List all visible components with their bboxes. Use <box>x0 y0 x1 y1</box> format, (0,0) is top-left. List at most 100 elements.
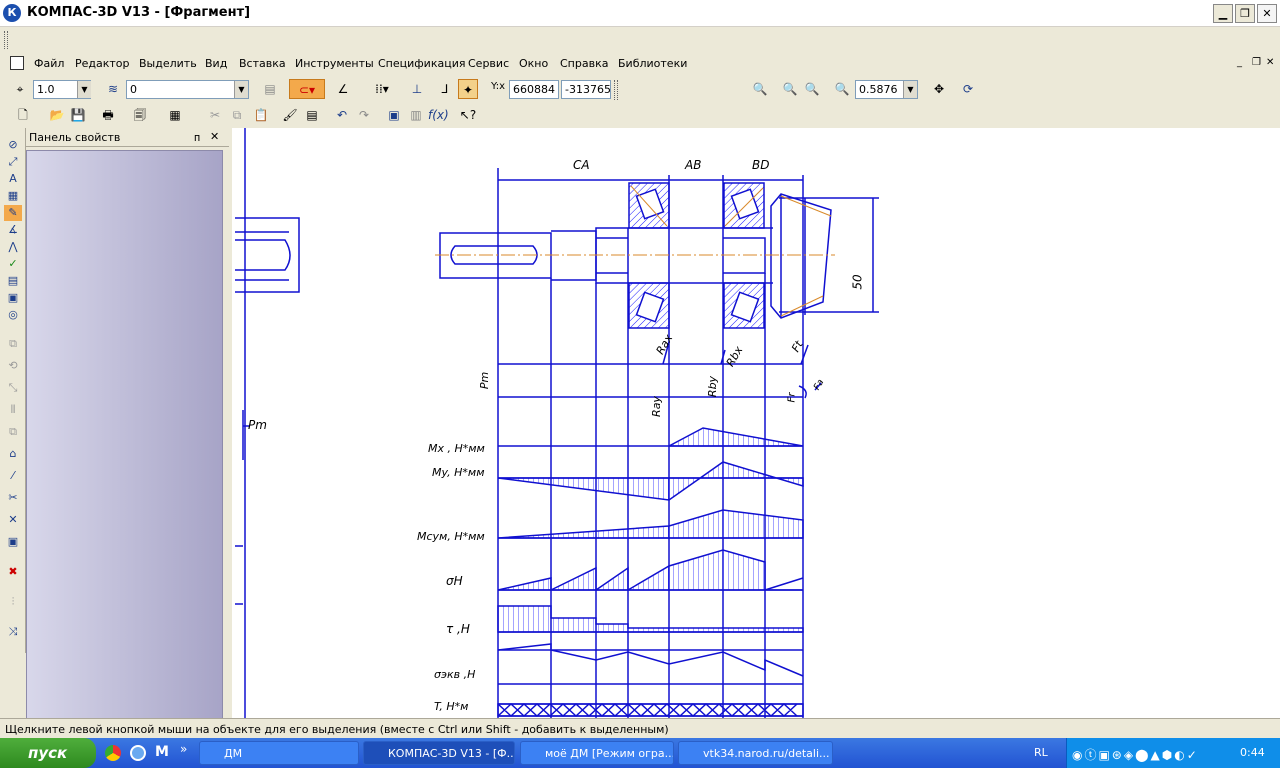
zoom-out-icon[interactable]: 🔍 <box>802 79 822 99</box>
new-document-icon[interactable]: 🗋 <box>13 105 33 125</box>
refresh-icon[interactable]: ⟳ <box>958 79 978 99</box>
open-folder-icon[interactable]: 📂 <box>47 105 67 125</box>
geometry-icon[interactable]: ⊘ <box>4 137 22 153</box>
help-pointer-icon[interactable]: ↖? <box>458 105 478 125</box>
scale-icon[interactable]: ⤡ <box>4 380 22 396</box>
trim-icon[interactable]: ✂ <box>4 490 22 506</box>
symmetry-icon[interactable]: ⫴ <box>4 402 22 418</box>
libraries-icon[interactable]: ▥ <box>406 105 426 125</box>
minimize-button[interactable]: ▁ <box>1213 4 1233 23</box>
variables-icon[interactable]: ▣ <box>384 105 404 125</box>
menu-view[interactable]: Вид <box>205 57 227 70</box>
delete-icon[interactable]: ✖ <box>4 564 22 580</box>
hatch-icon[interactable]: ▣ <box>4 534 22 550</box>
close-button[interactable]: ✕ <box>1257 4 1277 23</box>
pm-left-label: Pm <box>248 418 267 432</box>
task-browser[interactable]: vtk34.narod.ru/detali... <box>678 741 833 765</box>
dimensions-icon[interactable]: ⤢ <box>4 154 22 170</box>
more-icon[interactable]: » <box>180 742 187 756</box>
manager-icon[interactable]: ▦ <box>165 105 185 125</box>
notation-icon[interactable]: A <box>4 171 22 187</box>
grid-icon[interactable]: ⁞⁞▾ <box>366 79 398 99</box>
task-kompas[interactable]: КОМПАС-3D V13 - [Ф... <box>363 741 515 765</box>
menu-service[interactable]: Сервис <box>468 57 509 70</box>
properties-icon[interactable]: ▤ <box>260 79 280 99</box>
chevron-down-icon[interactable]: ▼ <box>234 81 248 98</box>
menu-insert[interactable]: Вставка <box>239 57 286 70</box>
list-icon[interactable]: ▤ <box>302 105 322 125</box>
tray-icons[interactable]: ◉ⓣ▣⊛◈⬤▲⬢◐✓ <box>1072 746 1199 763</box>
orthogonal-icon[interactable]: ⊥ <box>407 79 427 99</box>
toolbar-grip[interactable] <box>4 31 8 49</box>
menu-tools[interactable]: Инструменты <box>295 57 374 70</box>
snap-magnet-icon[interactable]: ⊂▾ <box>289 79 325 99</box>
spec-icon[interactable]: ✓ <box>4 256 22 272</box>
macro-icon[interactable]: ◎ <box>4 307 22 323</box>
start-label: пуск <box>28 744 68 762</box>
browser-icon[interactable] <box>130 745 146 761</box>
mdi-minimize-button[interactable]: _ <box>1237 57 1242 68</box>
mdi-restore-button[interactable]: ❐ <box>1252 57 1261 68</box>
coord-x-field[interactable]: 660884 <box>509 80 559 99</box>
step-cursor-icon[interactable]: ⌖ <box>10 79 30 99</box>
save-icon[interactable]: 💾 <box>68 105 88 125</box>
toolbar-grip[interactable] <box>614 80 618 100</box>
chevron-down-icon[interactable]: ▼ <box>903 81 917 98</box>
menu-libraries[interactable]: Библиотеки <box>618 57 687 70</box>
break-icon[interactable]: ⁄ <box>4 468 22 484</box>
language-indicator[interactable]: RL <box>1034 746 1048 759</box>
task-word[interactable]: моё ДМ [Режим огра... <box>520 741 674 765</box>
coord-label: Y:x <box>491 81 506 92</box>
mdi-close-button[interactable]: ✕ <box>1266 57 1274 68</box>
ortho-mode-icon[interactable]: ⅃ <box>435 79 455 99</box>
menu-window[interactable]: Окно <box>519 57 548 70</box>
pan-icon[interactable]: ✥ <box>929 79 949 99</box>
chevron-down-icon[interactable]: ▼ <box>77 81 91 98</box>
close-icon[interactable]: ✕ <box>210 130 219 143</box>
menu-select[interactable]: Выделить <box>139 57 197 70</box>
move-icon[interactable]: ⧉ <box>4 336 22 352</box>
task-dm[interactable]: ДМ <box>199 741 359 765</box>
zoom-scale-icon[interactable]: 🔍 <box>832 79 852 99</box>
function-icon[interactable]: f(x) <box>428 105 449 125</box>
round-cursor-icon[interactable]: ✦ <box>458 79 478 99</box>
drawing-canvas[interactable]: CA AB BD 50 Rax Rbx Ft Pm Pm Ray Rby Fr … <box>229 128 1280 718</box>
layers-icon[interactable]: ≋ <box>103 79 123 99</box>
split-icon[interactable]: ✕ <box>4 512 22 528</box>
copy-objects-icon[interactable]: ⧉ <box>4 424 22 440</box>
sigma-eq-label: σэкв ,H <box>434 668 476 681</box>
edit-icon[interactable]: ▦ <box>4 188 22 204</box>
start-button[interactable]: пуск <box>0 738 96 768</box>
measure-icon[interactable]: ∡ <box>4 222 22 238</box>
coord-y-field[interactable]: -313765 <box>561 80 611 99</box>
layer-field[interactable]: 0 <box>126 80 249 99</box>
zoom-in-icon[interactable]: 🔍 <box>780 79 800 99</box>
clip-icon[interactable]: ⤨ <box>4 624 22 640</box>
reports-icon[interactable]: ▤ <box>4 273 22 289</box>
menu-specification[interactable]: Спецификация <box>378 57 465 70</box>
parametrization-icon[interactable]: ✎ <box>4 205 22 221</box>
deform-icon[interactable]: ⌂ <box>4 446 22 462</box>
pin-icon[interactable]: ᴨ <box>194 131 200 144</box>
zoom-window-icon[interactable]: 🔍 <box>750 79 770 99</box>
menu-file[interactable]: Файл <box>34 57 64 70</box>
insert-icon[interactable]: ▣ <box>4 290 22 306</box>
print-icon[interactable]: 🖶 <box>98 105 118 125</box>
copy-icon[interactable]: ⧉ <box>227 105 247 125</box>
undo-icon[interactable]: ↶ <box>332 105 352 125</box>
menu-edit[interactable]: Редактор <box>75 57 130 70</box>
explode-icon[interactable]: ⫶ <box>4 594 22 610</box>
document-icon[interactable] <box>10 56 24 70</box>
rotate-icon[interactable]: ⟲ <box>4 358 22 374</box>
format-brush-icon[interactable]: 🖌 <box>280 105 300 125</box>
local-cs-icon[interactable]: ∠ <box>333 79 353 99</box>
mail-icon[interactable]: M <box>155 744 169 760</box>
cut-icon[interactable]: ✂ <box>205 105 225 125</box>
preview-icon[interactable]: 🗐 <box>130 105 150 125</box>
redo-icon[interactable]: ↷ <box>354 105 374 125</box>
paste-icon[interactable]: 📋 <box>251 105 271 125</box>
select-icon[interactable]: ⋀ <box>4 239 22 255</box>
menu-help[interactable]: Справка <box>560 57 608 70</box>
restore-button[interactable]: ❐ <box>1235 4 1255 23</box>
chrome-icon[interactable] <box>105 745 121 761</box>
